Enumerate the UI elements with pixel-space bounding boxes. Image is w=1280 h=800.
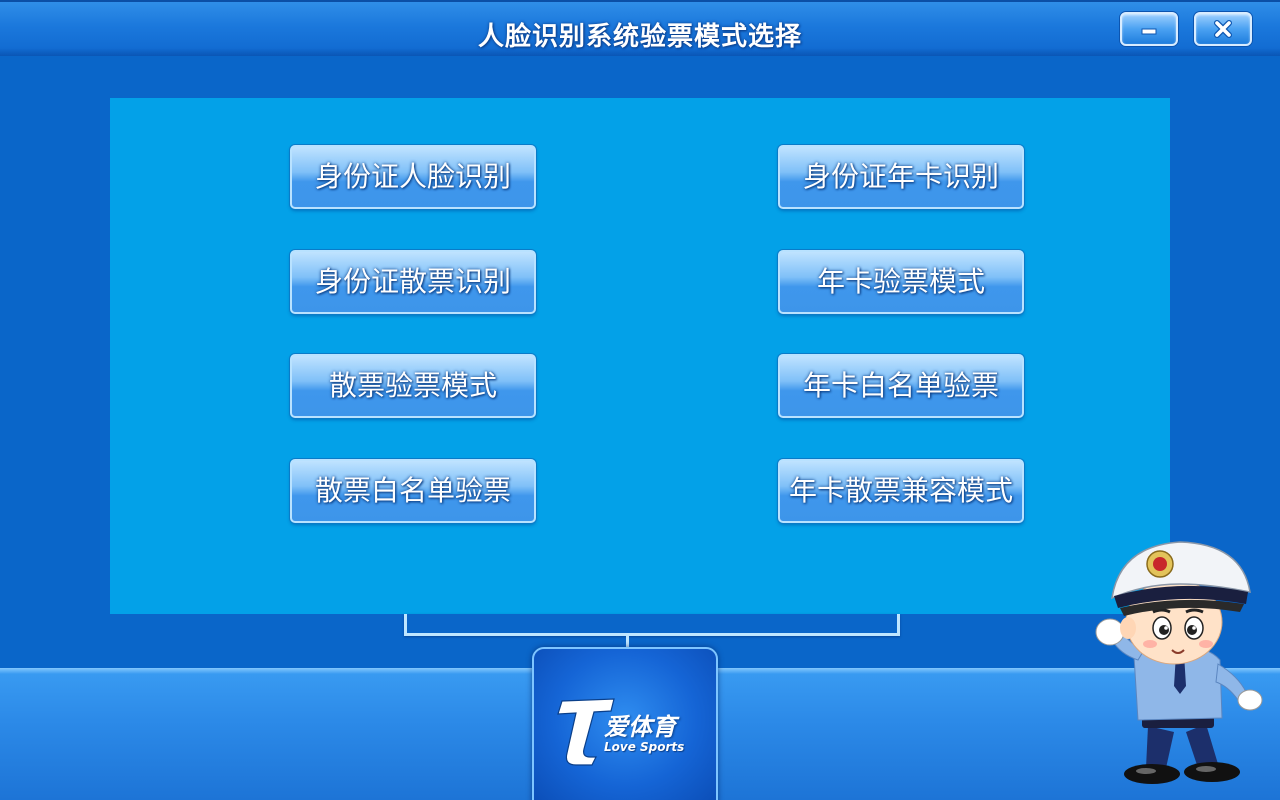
panel-stand-bracket [404,614,900,636]
mode-button-annual-single-compat[interactable]: 年卡散票兼容模式 [778,459,1024,523]
mode-selection-panel: 身份证人脸识别 身份证年卡识别 身份证散票识别 年卡验票模式 散票验票模式 年卡… [110,98,1170,614]
mode-button-single-whitelist[interactable]: 散票白名单验票 [290,459,536,523]
app-window: 人脸识别系统验票模式选择 身份证人脸识别 身份证年卡识别 身份证散票识别 年卡验… [0,0,1280,800]
mode-button-id-card-face[interactable]: 身份证人脸识别 [290,145,536,209]
minimize-icon [1141,28,1157,35]
mode-button-id-card-single[interactable]: 身份证散票识别 [290,250,536,314]
mode-button-annual-whitelist[interactable]: 年卡白名单验票 [778,354,1024,418]
love-sports-logo: 爱体育 Love Sports [532,647,718,800]
minimize-button[interactable] [1120,12,1178,46]
mode-button-single-check[interactable]: 散票验票模式 [290,354,536,418]
title-bar: 人脸识别系统验票模式选择 [0,0,1280,56]
close-icon [1214,20,1232,38]
police-mascot-icon [1095,541,1263,784]
mode-button-id-card-annual[interactable]: 身份证年卡识别 [778,145,1024,209]
logo-english-text: Love Sports [604,740,685,754]
mode-button-annual-check[interactable]: 年卡验票模式 [778,250,1024,314]
logo-chinese-text: 爱体育 [604,713,676,741]
close-button[interactable] [1194,12,1252,46]
window-title: 人脸识别系统验票模式选择 [477,22,802,52]
